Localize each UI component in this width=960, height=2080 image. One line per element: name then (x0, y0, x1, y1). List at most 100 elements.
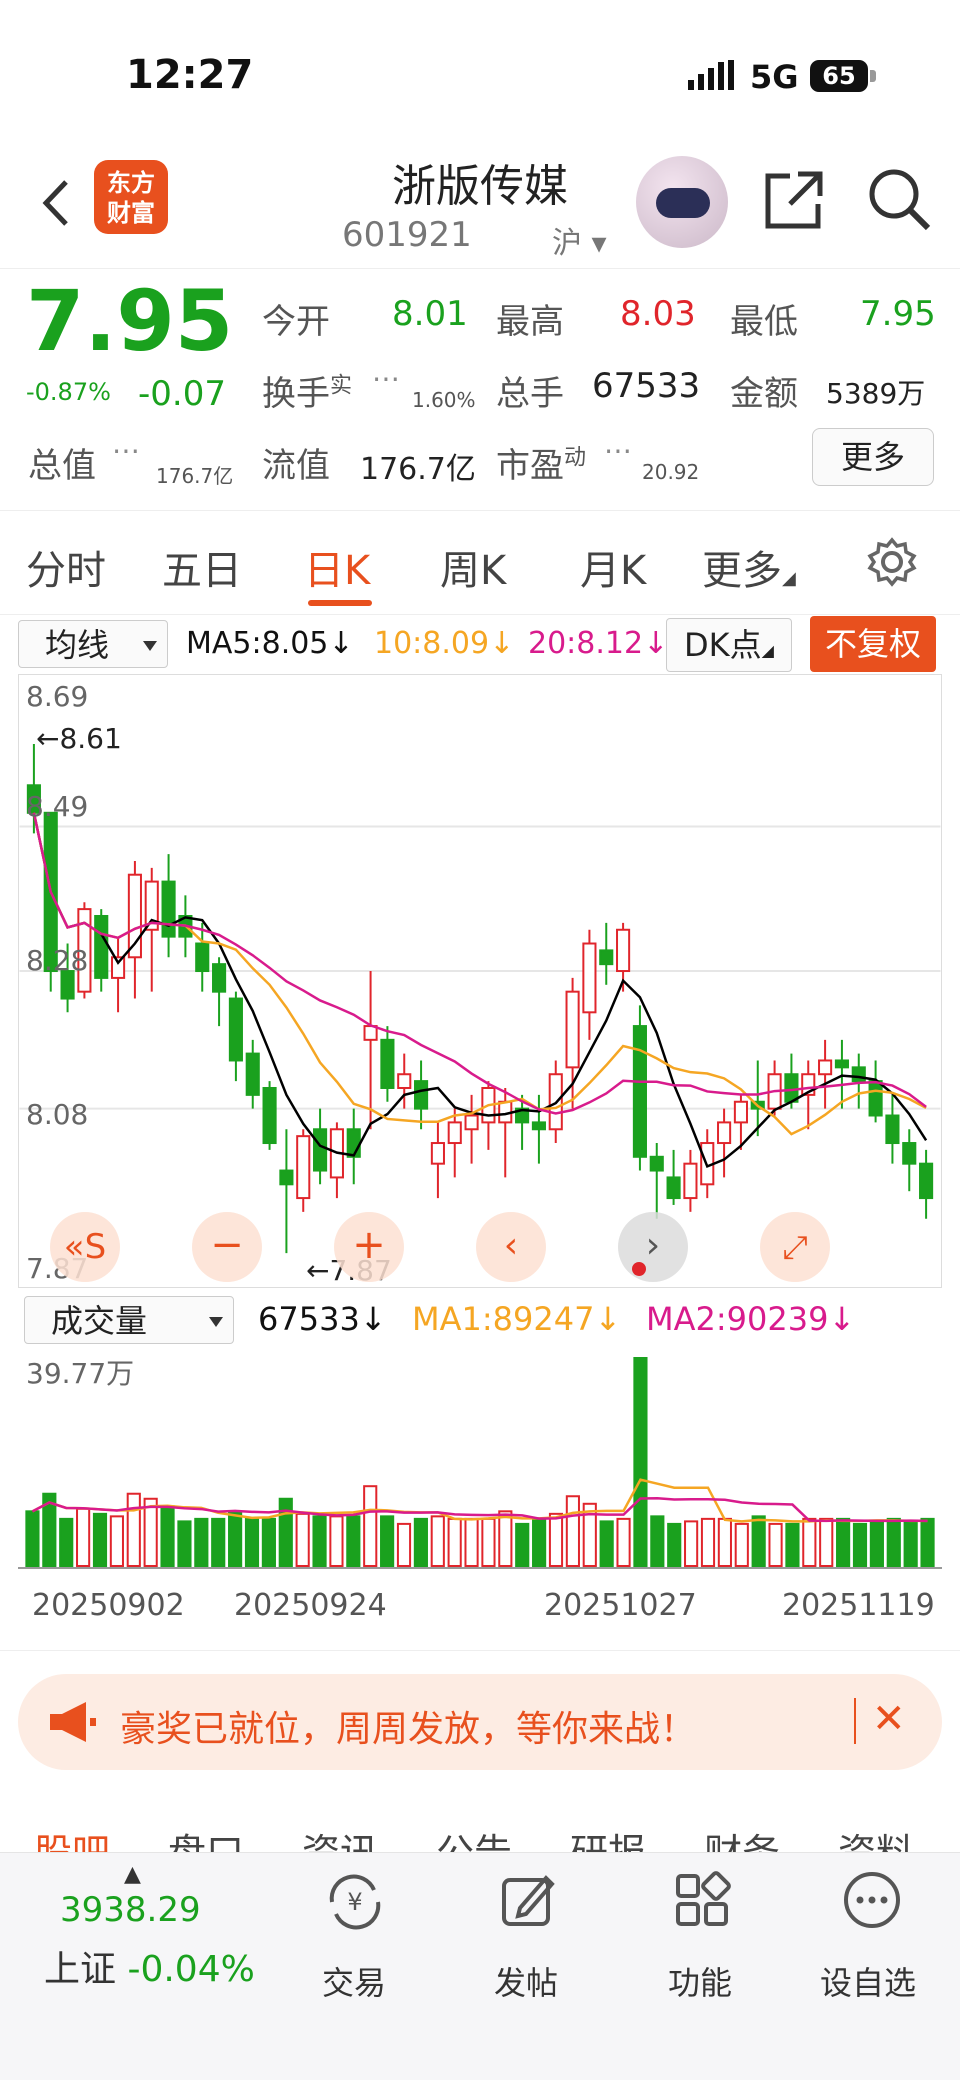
volume-bar (447, 1517, 462, 1567)
volume-bar (684, 1520, 699, 1567)
y-tick-1: 8.49 (26, 790, 89, 823)
info-icon[interactable]: ⋯ (604, 434, 632, 467)
date-label: 20251119 (782, 1588, 935, 1623)
volume-bar (312, 1515, 327, 1567)
index-value[interactable]: 3938.29 (60, 1890, 201, 1930)
amount-label: 金额 (730, 374, 798, 414)
volume-bar (836, 1517, 851, 1567)
gear-icon[interactable] (866, 536, 918, 588)
volume-ma1: MA1:89247↓ (412, 1300, 622, 1338)
volume-bar (700, 1517, 716, 1567)
volume-bar (244, 1517, 260, 1567)
stock-code: 601921 (342, 215, 472, 255)
tab-weekly-k[interactable]: 周K (440, 538, 506, 596)
exchange-label[interactable]: 沪 ▾ (552, 218, 607, 262)
volume-label: 总手 (496, 374, 564, 414)
search-icon[interactable] (866, 166, 932, 232)
tab-monthly-k[interactable]: 月K (580, 538, 646, 596)
signal-s-button[interactable]: «S (50, 1212, 120, 1282)
info-icon[interactable]: ⋯ (372, 362, 400, 395)
change-percent: -0.87% (26, 378, 111, 406)
volume-bar (717, 1517, 732, 1567)
no-adjust-button[interactable]: 不复权 (810, 616, 936, 672)
volume-bar (852, 1522, 868, 1567)
amount-value: 5389万 (826, 377, 926, 410)
function-grid-icon[interactable] (672, 1870, 732, 1930)
expand-up-icon[interactable]: ▲ (124, 1862, 141, 1887)
index-name[interactable]: 上证 -0.04% (44, 1940, 255, 1992)
notify-dot (632, 1262, 646, 1276)
candle-body (212, 963, 227, 993)
more-circle-icon[interactable] (842, 1870, 902, 1930)
volume-bar (751, 1515, 766, 1567)
close-icon[interactable]: ✕ (872, 1696, 906, 1742)
tab-5day[interactable]: 五日 (162, 538, 242, 596)
post-label[interactable]: 发帖 (494, 1958, 558, 2004)
tab-daily-k[interactable]: 日K (304, 538, 370, 596)
volume-bar (261, 1517, 276, 1567)
candle-body (885, 1114, 900, 1145)
candle-body (599, 949, 614, 966)
more-quote-button[interactable]: 更多 (812, 428, 934, 486)
volume-bar (59, 1517, 74, 1567)
zoom-out-button[interactable]: − (192, 1212, 262, 1282)
candle-body (902, 1142, 917, 1165)
high-value: 8.03 (620, 294, 696, 334)
volume-bar (430, 1515, 445, 1567)
trade-icon[interactable]: ¥ (322, 1872, 388, 1932)
scroll-left-button[interactable]: ‹ (476, 1212, 546, 1282)
candle-body (818, 1059, 833, 1076)
candlestick-chart[interactable] (18, 674, 942, 1288)
candle-body (296, 1135, 311, 1200)
turnover-label: 换手实 (262, 373, 353, 414)
info-icon[interactable]: ⋯ (112, 434, 140, 467)
scroll-right-button[interactable]: › (618, 1212, 688, 1282)
volume-bar (25, 1510, 40, 1567)
post-icon[interactable] (498, 1870, 558, 1930)
date-label: 20250924 (234, 1588, 387, 1623)
network-label: 5G (750, 58, 799, 96)
volume-bar (481, 1517, 496, 1567)
candle-body (346, 1128, 361, 1158)
volume-bar (228, 1510, 243, 1567)
trade-label[interactable]: 交易 (322, 1958, 386, 2004)
ma5-value: MA5:8.05↓ (186, 626, 354, 661)
volume-bar (802, 1517, 817, 1567)
function-label[interactable]: 功能 (668, 1958, 732, 2004)
volume-bar (650, 1515, 665, 1567)
volume-bar (160, 1505, 175, 1567)
volume-bar (76, 1507, 91, 1567)
float-value: 176.7亿 (360, 452, 476, 487)
megaphone-icon (50, 1702, 96, 1742)
candle-body (414, 1080, 429, 1110)
volume-current: 67533↓ (258, 1300, 387, 1338)
candle-body (868, 1080, 883, 1117)
zoom-in-button[interactable]: + (334, 1212, 404, 1282)
volume-bar (194, 1517, 209, 1567)
tab-more[interactable]: 更多◢ (702, 538, 796, 596)
tab-timeshare[interactable]: 分时 (26, 538, 106, 596)
candle-body (245, 1052, 260, 1096)
volume-bar (599, 1520, 614, 1567)
current-price: 7.95 (26, 272, 234, 370)
candle-body (262, 1086, 277, 1145)
candle-body (161, 880, 176, 938)
volume-bar (92, 1512, 108, 1567)
open-label: 今开 (262, 302, 330, 342)
y-tick-top: 8.69 (26, 680, 89, 713)
volume-chart[interactable] (18, 1348, 942, 1570)
watchlist-label[interactable]: 设自选 (820, 1958, 916, 2004)
fullscreen-button[interactable]: ⤢ (760, 1212, 830, 1282)
volume-bar (295, 1512, 310, 1567)
volume-bar (380, 1515, 395, 1567)
candle-body (447, 1121, 462, 1145)
dk-point-select[interactable]: DK点◢ (666, 618, 792, 672)
mktcap-value: 176.7亿 (156, 464, 234, 488)
share-icon[interactable] (762, 168, 826, 232)
volume-indicator-select[interactable]: 成交量 (24, 1296, 234, 1344)
volume-bar (633, 1357, 648, 1567)
indicator-select[interactable]: 均线 (18, 620, 168, 668)
volume-bar (819, 1517, 834, 1567)
mktcap-label: 总值 (28, 446, 96, 486)
candle-body (834, 1059, 849, 1069)
